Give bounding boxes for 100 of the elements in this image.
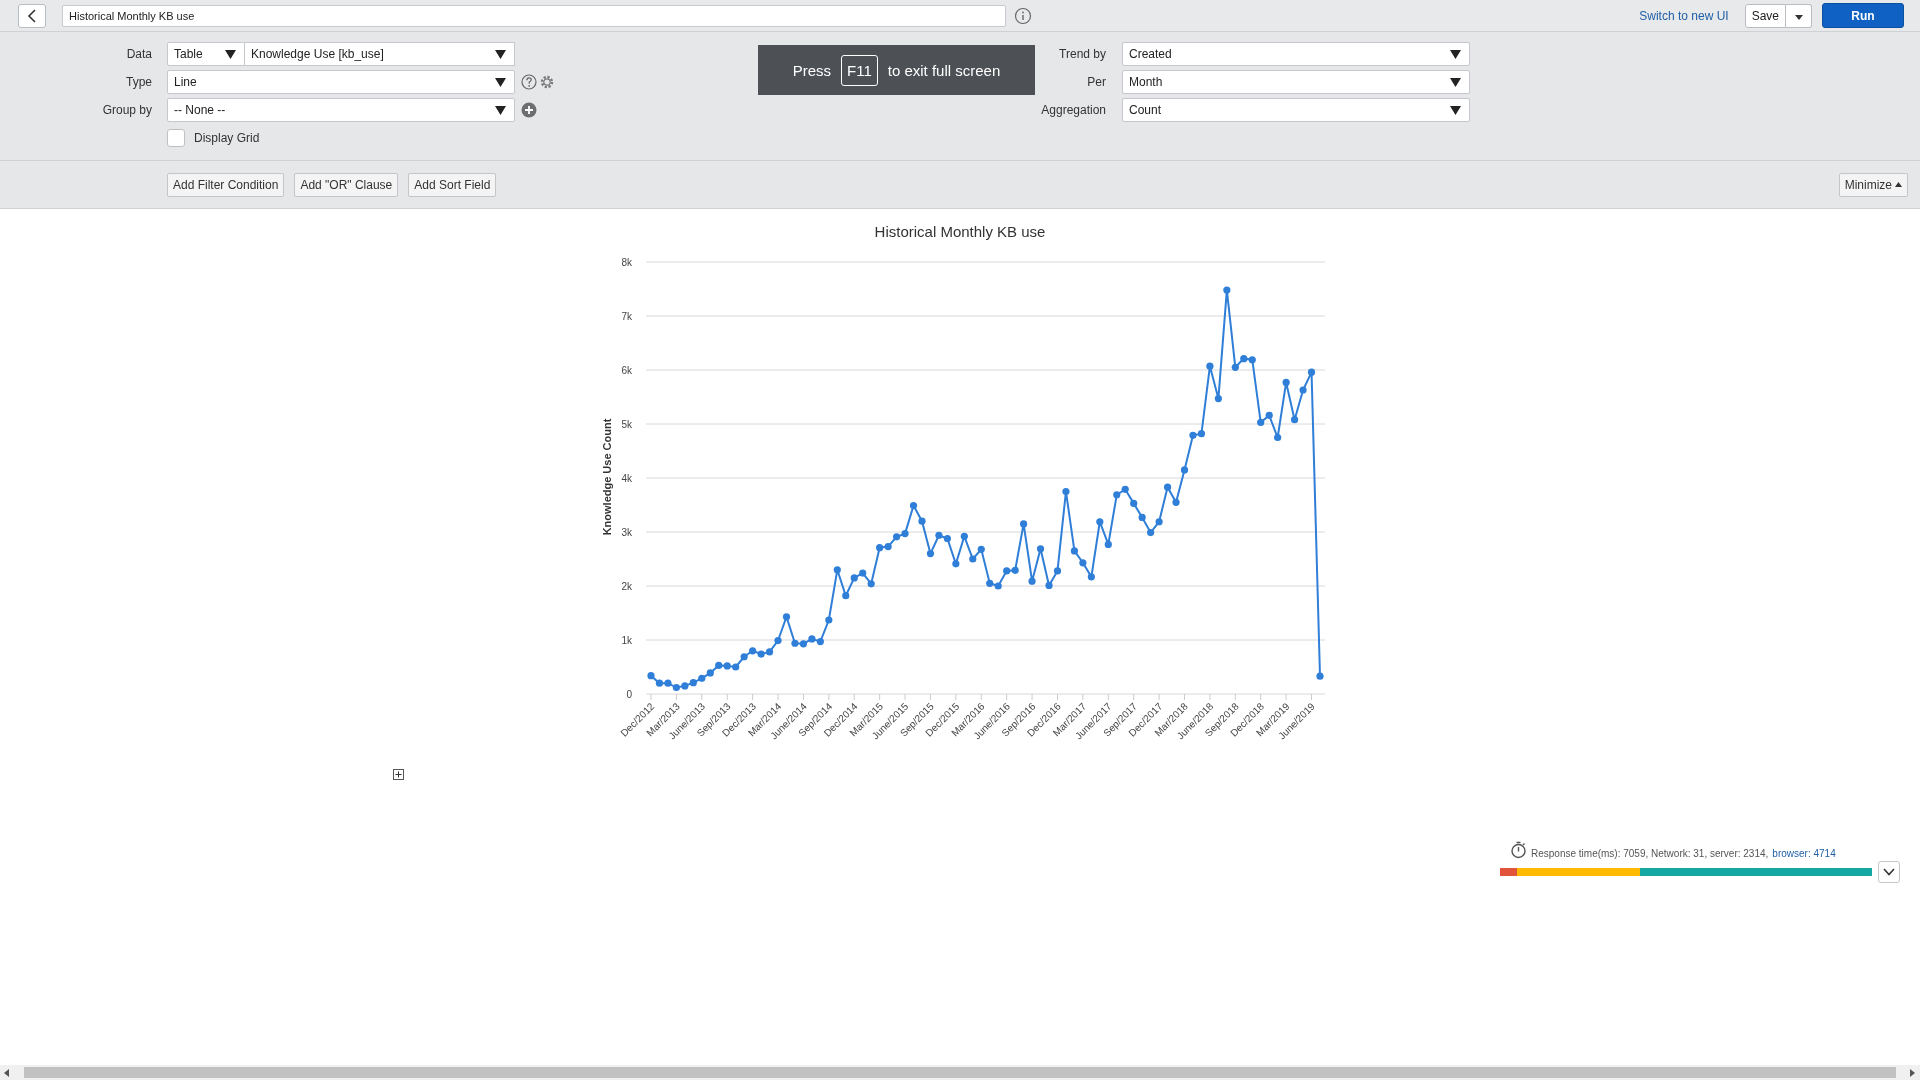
data-point: [1223, 286, 1231, 294]
minimize-button[interactable]: Minimize: [1838, 172, 1908, 197]
dropdown-select[interactable]: Created: [1122, 42, 1470, 66]
data-point: [774, 636, 782, 645]
dropdown-select[interactable]: Month: [1122, 70, 1470, 94]
settings-icon[interactable]: [539, 74, 555, 90]
data-point: [1087, 573, 1095, 581]
data-point: [1079, 559, 1087, 567]
add-icon[interactable]: [521, 102, 537, 118]
field-label: Trend by: [1058, 47, 1107, 61]
data-point: [842, 592, 850, 600]
filter-button[interactable]: Add Filter Condition: [167, 172, 285, 197]
y-tick-label: 0: [626, 689, 632, 700]
data-point: [1214, 395, 1222, 403]
save-button[interactable]: Save: [1744, 3, 1786, 28]
y-axis-title: Knowledge Use Count: [601, 418, 613, 536]
info-icon[interactable]: [1014, 6, 1032, 25]
help-icon[interactable]: [521, 74, 537, 90]
data-point: [1036, 545, 1045, 553]
data-point: [1163, 483, 1172, 491]
data-point: [1028, 577, 1036, 585]
horizontal-scrollbar[interactable]: [0, 1065, 1920, 1080]
group-by-select[interactable]: -- None --: [167, 98, 515, 122]
caret-icon: [1450, 105, 1461, 115]
chart-title: Historical Monthly KB use: [874, 223, 1046, 240]
scroll-left-icon[interactable]: [4, 1068, 10, 1077]
caret-icon: [1794, 15, 1803, 20]
field-label: Type: [125, 75, 153, 89]
toast-text: Press: [792, 61, 831, 79]
data-point: [1020, 520, 1028, 528]
source-select[interactable]: Knowledge Use [kb_use]: [245, 42, 515, 66]
data-point: [1180, 466, 1189, 474]
back-button[interactable]: [18, 3, 46, 28]
data-point: [1053, 567, 1062, 575]
data-point: [833, 566, 841, 574]
data-point: [1206, 362, 1214, 370]
caret-icon: [1895, 182, 1902, 187]
data-point: [952, 560, 960, 568]
table-select[interactable]: Table: [167, 42, 245, 66]
filter-button[interactable]: Add "OR" Clause: [294, 172, 399, 197]
field-label: Data: [125, 47, 153, 61]
data-point: [1045, 581, 1053, 590]
data-point: [926, 550, 935, 558]
data-point: [1299, 386, 1307, 394]
data-point: [1070, 547, 1078, 555]
data-point: [909, 501, 918, 510]
type-select[interactable]: Line: [167, 70, 515, 94]
y-tick-label: 6k: [621, 365, 632, 376]
data-point: [867, 580, 875, 588]
data-point: [969, 555, 977, 563]
y-tick-label: 5k: [621, 419, 632, 430]
expand-details-button[interactable]: [1878, 861, 1900, 883]
y-tick-label: 3k: [621, 527, 632, 538]
data-point: [1307, 368, 1316, 376]
data-point: [960, 532, 968, 540]
save-options-button[interactable]: [1786, 3, 1812, 28]
data-point: [1130, 499, 1138, 507]
caret-icon: [225, 49, 236, 59]
data-point: [1062, 487, 1070, 496]
browser-time-link[interactable]: browser: 4714: [1772, 848, 1836, 859]
caret-icon: [495, 105, 506, 115]
caret-icon: [495, 77, 506, 87]
data-point: [825, 616, 833, 624]
expand-icon[interactable]: [393, 769, 404, 780]
y-tick-label: 8k: [621, 257, 632, 268]
filter-button[interactable]: Add Sort Field: [408, 172, 497, 197]
back-icon: [27, 8, 37, 23]
key-cap: F11: [841, 54, 878, 86]
stopwatch-icon: [1510, 841, 1527, 859]
response-time-text: Response time(ms): 7059, Network: 31, server: 2314,: [1531, 848, 1769, 859]
y-tick-label: 4k: [621, 473, 632, 484]
y-tick-label: 2k: [621, 581, 632, 592]
dropdown-select[interactable]: Count: [1122, 98, 1470, 122]
data-point: [918, 517, 926, 525]
caret-icon: [1450, 49, 1461, 59]
data-point: [782, 613, 791, 621]
field-label: Group by: [101, 103, 153, 117]
data-point: [1096, 518, 1104, 526]
run-button[interactable]: Run: [1822, 3, 1904, 28]
checkbox-label: Display Grid: [194, 131, 260, 145]
data-point: [1138, 513, 1146, 521]
data-point: [1155, 518, 1163, 526]
field-label: Per: [1086, 75, 1107, 89]
data-point: [1282, 378, 1290, 386]
y-tick-label: 7k: [621, 311, 632, 322]
scroll-right-icon[interactable]: [1910, 1068, 1916, 1077]
field-label: Aggregation: [1040, 103, 1107, 117]
scroll-thumb[interactable]: [24, 1067, 1896, 1078]
data-point: [1316, 672, 1324, 680]
data-point: [1104, 540, 1112, 548]
y-tick-label: 1k: [621, 635, 632, 646]
data-point: [1172, 498, 1180, 506]
toast-text: to exit full screen: [887, 61, 1001, 79]
switch-ui-link[interactable]: Switch to new UI: [1639, 8, 1729, 23]
data-point: [977, 545, 985, 553]
chevron-down-icon: [1883, 868, 1895, 876]
checkbox[interactable]: [167, 129, 185, 147]
data-point: [1147, 528, 1155, 537]
caret-icon: [495, 49, 506, 59]
title-field[interactable]: Historical Monthly KB use: [62, 4, 1006, 27]
